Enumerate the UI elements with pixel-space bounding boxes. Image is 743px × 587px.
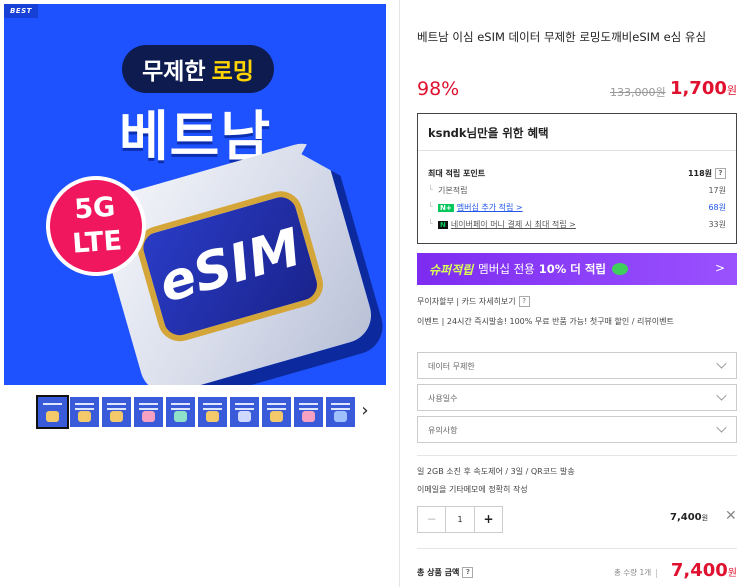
sale-price-value: 1,700: [669, 78, 727, 99]
npay-points-row: N네이버페이 머니 결제 시 최대 적립 > 33원: [428, 219, 726, 231]
banner-text: 멤버십 전용: [478, 262, 535, 276]
quantity-value[interactable]: 1: [446, 507, 474, 532]
banner-bold: 10% 더 적립: [538, 262, 607, 276]
membership-points-row: N+멤버십 추가 적립 > 68원: [428, 202, 726, 214]
thumbnail[interactable]: [326, 397, 355, 427]
banner-brand: 슈퍼적립: [429, 262, 474, 277]
naver-plus-icon: N+: [438, 204, 454, 212]
divider: [417, 455, 737, 456]
npay-points-link[interactable]: 네이버페이 머니 결제 시 최대 적립 >: [451, 220, 576, 229]
original-price: 133,000원: [610, 86, 666, 99]
close-icon[interactable]: ✕: [725, 508, 737, 524]
help-icon[interactable]: ?: [715, 168, 726, 179]
line-price: 7,400원: [670, 512, 708, 523]
selected-option-line2: 이메일을 기타메모에 정확히 작성: [417, 485, 528, 494]
divider: [417, 548, 737, 549]
option-label: 데이터 무제한: [428, 362, 475, 371]
thumbnail[interactable]: [134, 397, 163, 427]
chevron-right-icon: >: [714, 261, 725, 275]
thumbnail[interactable]: [70, 397, 99, 427]
benefit-box: ksndk님만을 위한 혜택 최대 적립 포인트 118원? 기본적립 17원 …: [417, 113, 737, 244]
membership-points-item: N+멤버십 추가 적립 >: [428, 203, 523, 212]
npay-points-amount: 33원: [708, 220, 726, 229]
installment-text[interactable]: 무이자할부 | 카드 자세히보기: [417, 297, 516, 306]
coin-icon: [612, 263, 629, 275]
chevron-down-icon: [716, 358, 727, 369]
thumbnail[interactable]: [36, 395, 69, 429]
option-label: 사용일수: [428, 394, 458, 403]
price-row: 98% 133,000원 1,700원: [417, 78, 737, 104]
sale-price-unit: 원: [726, 84, 737, 97]
membership-points-link[interactable]: 멤버십 추가 적립 >: [457, 203, 523, 212]
help-icon[interactable]: ?: [462, 567, 474, 578]
thumbnail[interactable]: [198, 397, 227, 427]
product-info-panel: 베트남 이심 eSIM 데이터 무제한 로밍도깨비eSIM e심 유심 98% …: [399, 0, 743, 587]
selected-option-line1: 일 2GB 소진 후 속도제어 / 3일 / QR코드 발송: [417, 467, 575, 476]
max-points-value: 118원: [687, 169, 712, 178]
lte-badge-line2: LTE: [71, 225, 123, 260]
total-price: 7,400원: [671, 560, 737, 581]
thumbnail[interactable]: [166, 397, 195, 427]
unlimited-roaming-pill: 무제한 로밍: [122, 45, 274, 93]
membership-points-amount: 68원: [708, 203, 726, 212]
npay-points-item: N네이버페이 머니 결제 시 최대 적립 >: [428, 220, 576, 229]
installment-info: 무이자할부 | 카드 자세히보기?: [417, 296, 530, 307]
total-label: 총 상품 금액?: [417, 567, 474, 578]
increase-button[interactable]: +: [474, 507, 502, 532]
basic-points-label: 기본적립: [428, 186, 467, 195]
sale-price: 1,700원: [670, 78, 737, 99]
thumbnail[interactable]: [262, 397, 291, 427]
thumbnail[interactable]: [102, 397, 131, 427]
max-points-label: 최대 적립 포인트: [428, 169, 486, 178]
thumbnail-strip: [36, 395, 355, 429]
chevron-down-icon: [716, 390, 727, 401]
decrease-button[interactable]: −: [418, 507, 446, 532]
help-icon[interactable]: ?: [518, 296, 530, 307]
thumbnail[interactable]: [294, 397, 323, 427]
max-points-amount: 118원?: [688, 168, 726, 179]
pill-text: 무제한: [142, 59, 206, 85]
option-select-data[interactable]: 데이터 무제한: [417, 352, 737, 379]
chevron-right-icon[interactable]: ›: [358, 399, 372, 423]
total-price-value: 7,400: [670, 560, 728, 581]
thumbnail[interactable]: [230, 397, 259, 427]
option-label: 유의사항: [428, 426, 458, 435]
product-main-image[interactable]: BEST 무제한 로밍 베트남 eSIM 5G LTE: [4, 4, 386, 385]
total-label-text: 총 상품 금액: [417, 568, 460, 577]
lte-badge-line1: 5G: [73, 191, 117, 226]
super-points-banner[interactable]: 슈퍼적립 멤버십 전용 10% 더 적립 >: [417, 253, 737, 285]
line-price-value: 7,400: [670, 512, 702, 523]
chevron-down-icon: [716, 422, 727, 433]
discount-rate: 98%: [417, 78, 460, 100]
pill-highlight: 로밍: [211, 59, 254, 85]
line-price-unit: 원: [701, 514, 709, 522]
max-points-row: 최대 적립 포인트 118원?: [428, 168, 726, 180]
option-select-notice[interactable]: 유의사항: [417, 416, 737, 443]
total-quantity: 총 수량 1개: [614, 567, 657, 578]
basic-points-amount: 17원: [708, 186, 726, 195]
quantity-stepper[interactable]: − 1 +: [417, 506, 503, 533]
event-info: 이벤트 | 24시간 즉시발송! 100% 무료 반품 가능! 첫구매 할인 /…: [417, 317, 674, 326]
option-select-days[interactable]: 사용일수: [417, 384, 737, 411]
esim-card-graphic: eSIM: [92, 137, 378, 385]
total-price-unit: 원: [727, 568, 737, 579]
basic-points-row: 기본적립 17원: [428, 185, 726, 197]
naver-pay-icon: N: [438, 221, 448, 229]
benefit-heading: ksndk님만을 위한 혜택: [418, 114, 736, 151]
product-page: BEST 무제한 로밍 베트남 eSIM 5G LTE › 베트남 이심 eSI…: [0, 0, 743, 587]
best-badge: BEST: [4, 4, 38, 18]
product-title: 베트남 이심 eSIM 데이터 무제한 로밍도깨비eSIM e심 유심: [417, 30, 707, 44]
